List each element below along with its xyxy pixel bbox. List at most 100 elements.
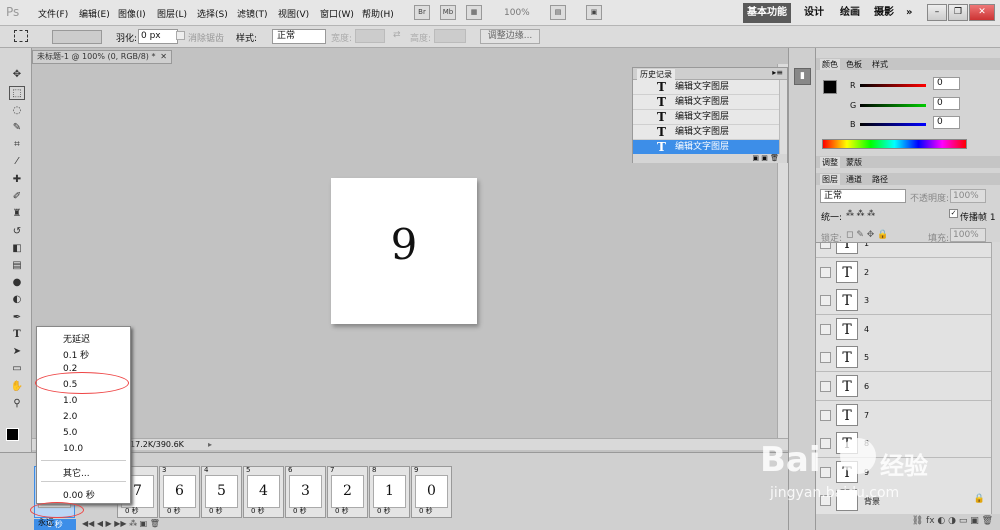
blur-icon[interactable]: ●	[9, 276, 25, 290]
healing-brush-icon[interactable]: ✚	[9, 173, 25, 187]
history-row[interactable]: T 编辑文字图层	[633, 80, 779, 95]
menu-help[interactable]: 帮助(H)	[362, 7, 394, 20]
history-scrollbar[interactable]	[779, 80, 787, 154]
delay-option[interactable]: 5.0	[63, 428, 77, 438]
dodge-icon[interactable]: ◐	[9, 293, 25, 307]
delay-option[interactable]: 2.0	[63, 412, 77, 422]
layer-row[interactable]: T2	[816, 258, 991, 287]
visibility-toggle[interactable]	[820, 410, 831, 421]
menu-file[interactable]: 文件(F)	[38, 7, 68, 20]
panel-menu-icon[interactable]: ▸≡	[772, 68, 783, 77]
color-tab[interactable]: 颜色	[820, 59, 840, 70]
view-extras-icon[interactable]: ▦	[466, 5, 482, 20]
gradient-icon[interactable]: ▤	[9, 259, 25, 273]
foreground-color-swatch[interactable]	[6, 428, 19, 441]
refine-edge-button[interactable]: 调整边缘...	[480, 29, 540, 44]
masks-tab[interactable]: 蒙版	[846, 157, 862, 168]
tab-close-icon[interactable]: ✕	[160, 51, 167, 63]
brush-icon[interactable]: ✐	[9, 190, 25, 204]
channels-tab[interactable]: 通道	[846, 174, 862, 185]
workspace-photography[interactable]: 摄影	[870, 3, 898, 23]
visibility-toggle[interactable]	[820, 295, 831, 306]
crop-icon[interactable]: ⌗	[9, 138, 25, 152]
close-icon[interactable]: ✕	[969, 4, 995, 21]
history-brush-icon[interactable]: ↺	[9, 225, 25, 239]
minibridge-icon[interactable]: Mb	[440, 5, 456, 20]
visibility-toggle[interactable]	[820, 438, 831, 449]
delay-option[interactable]: 0.1 秒	[63, 348, 89, 361]
stamp-icon[interactable]: ♜	[9, 207, 25, 221]
foreground-swatch[interactable]	[823, 80, 837, 94]
status-arrow-icon[interactable]: ▸	[208, 439, 212, 450]
pen-icon[interactable]: ✒	[9, 311, 25, 325]
loop-select[interactable]: 永远	[38, 517, 54, 528]
visibility-toggle[interactable]	[820, 467, 831, 478]
hand-icon[interactable]: ✋	[9, 380, 25, 394]
history-row[interactable]: T 编辑文字图层	[633, 110, 779, 125]
height-input[interactable]	[434, 29, 466, 43]
playback-controls[interactable]: ◀◀ ◀ ▶ ▶▶ ⁂ ▣ 🗑	[82, 519, 160, 528]
visibility-toggle[interactable]	[820, 352, 831, 363]
r-input[interactable]: 0	[933, 77, 960, 90]
history-row-selected[interactable]: T 编辑文字图层	[633, 140, 779, 155]
workspace-more-button[interactable]: »	[902, 3, 916, 23]
quick-select-icon[interactable]: ✎	[9, 121, 25, 135]
document-tab[interactable]: 未标题-1 @ 100% (0, RGB/8) * ✕	[32, 50, 172, 64]
propagate-checkbox[interactable]: ✓	[949, 209, 958, 218]
eraser-icon[interactable]: ◧	[9, 242, 25, 256]
color-spectrum[interactable]	[822, 139, 967, 149]
g-input[interactable]: 0	[933, 97, 960, 110]
move-tool-icon[interactable]: ✥	[9, 68, 25, 82]
layers-tab[interactable]: 图层	[820, 174, 840, 185]
arrange-icon[interactable]: ▤	[550, 5, 566, 20]
layer-row[interactable]: T5	[816, 343, 991, 372]
animation-frame[interactable]: 630 秒	[285, 466, 326, 518]
workspace-design[interactable]: 设计	[800, 3, 828, 23]
animation-frame[interactable]: 540 秒	[243, 466, 284, 518]
lasso-icon[interactable]: ◌	[9, 104, 25, 118]
delay-option[interactable]: 10.0	[63, 444, 83, 454]
layer-row[interactable]: T4	[816, 315, 991, 344]
layer-row[interactable]: T6	[816, 372, 991, 401]
zoom-level[interactable]: 100%	[504, 8, 530, 18]
history-footer-icons[interactable]: ▣ ▣ 🗑	[633, 154, 787, 163]
visibility-toggle[interactable]	[820, 324, 831, 335]
layers-scrollbar[interactable]	[991, 242, 1000, 514]
style-select[interactable]: 正常	[272, 29, 326, 44]
r-slider[interactable]	[860, 84, 926, 87]
shape-icon[interactable]: ▭	[9, 362, 25, 376]
eyedropper-icon[interactable]: ⁄	[9, 155, 25, 169]
menu-edit[interactable]: 编辑(E)	[79, 7, 110, 20]
delay-option[interactable]: 无延迟	[63, 332, 90, 345]
blend-mode-select[interactable]: 正常	[820, 189, 906, 203]
swap-icon[interactable]: ⇄	[393, 30, 401, 40]
delay-option[interactable]: 1.0	[63, 396, 77, 406]
zoom-icon[interactable]: ⚲	[9, 397, 25, 411]
menu-view[interactable]: 视图(V)	[278, 7, 309, 20]
lock-icons[interactable]: ◻ ✎ ✥ 🔒	[846, 230, 888, 240]
layer-row[interactable]: T3	[816, 286, 991, 315]
adjustments-tab[interactable]: 调整	[820, 157, 840, 168]
layer-row[interactable]: T1	[816, 243, 991, 258]
history-row[interactable]: T 编辑文字图层	[633, 125, 779, 140]
menu-image[interactable]: 图像(I)	[118, 7, 146, 20]
marquee-select-icon[interactable]: ⬚	[9, 86, 25, 100]
menu-select[interactable]: 选择(S)	[197, 7, 228, 20]
unify-icons[interactable]: ⁂ ⁂ ⁂	[846, 209, 875, 218]
animation-frame[interactable]: 900 秒	[411, 466, 452, 518]
animation-frame[interactable]: 720 秒	[327, 466, 368, 518]
layer-row[interactable]: T7	[816, 401, 991, 430]
width-input[interactable]	[355, 29, 385, 43]
selection-mode-buttons[interactable]	[52, 30, 102, 44]
b-input[interactable]: 0	[933, 116, 960, 129]
type-tool-icon[interactable]: T	[9, 328, 25, 342]
visibility-toggle[interactable]	[820, 267, 831, 278]
layers-footer-icons[interactable]: ⛓ fx ◐ ◑ ▭ ▣ 🗑	[816, 514, 1000, 530]
bridge-icon[interactable]: Br	[414, 5, 430, 20]
workspace-painting[interactable]: 绘画	[836, 3, 864, 23]
workspace-essentials[interactable]: 基本功能	[743, 3, 791, 23]
fill-input[interactable]: 100%	[950, 228, 986, 242]
swatches-tab[interactable]: 色板	[846, 59, 862, 70]
restore-icon[interactable]: ❐	[948, 4, 968, 21]
minimize-icon[interactable]: –	[927, 4, 947, 21]
